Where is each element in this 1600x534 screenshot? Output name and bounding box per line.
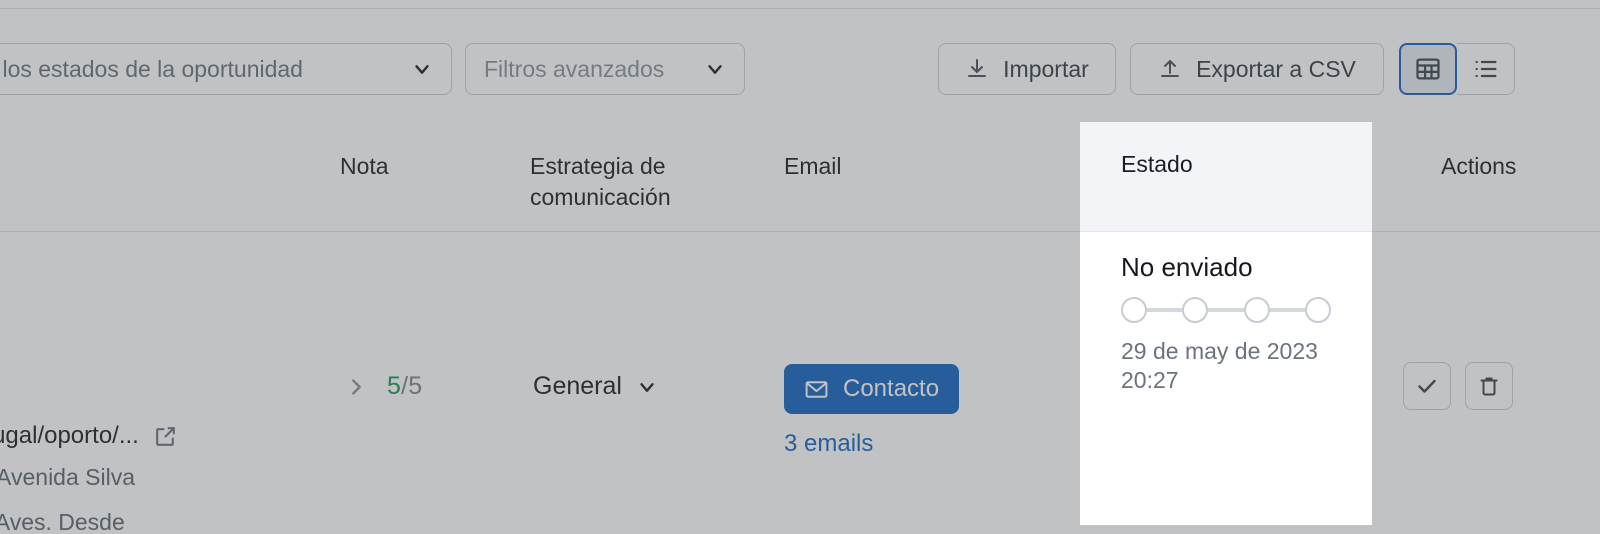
trash-icon — [1477, 374, 1501, 398]
view-mode-toggle — [1399, 43, 1515, 95]
description-line-1: iniones). Avenida Silva — [0, 464, 135, 490]
spotlight-column-cell: No enviado 29 de may de 2023 20:27 — [1080, 233, 1372, 525]
contacto-button[interactable]: Contacto — [784, 364, 960, 414]
description-cell: opa/portugal/oporto/... iniones). Avenid… — [0, 422, 324, 534]
advanced-filters-label: Filtros avanzados — [484, 55, 665, 82]
description-line-2: malicao, Aves. Desde — [0, 508, 125, 534]
chevron-right-icon[interactable] — [345, 376, 367, 398]
spotlight-stepper-dot-1[interactable] — [1121, 297, 1147, 323]
column-header-nota: Nota — [340, 153, 389, 179]
status-filter-label: dos los estados de la oportunidad — [0, 55, 303, 82]
screen: dos los estados de la oportunidad Filtro… — [0, 0, 1600, 534]
table-grid-icon — [1414, 55, 1442, 83]
emails-count-link[interactable]: 3 emails — [784, 430, 959, 458]
advanced-filters-dropdown[interactable]: Filtros avanzados — [465, 43, 745, 95]
column-header-actions: Actions — [1441, 153, 1517, 179]
chevron-down-icon — [411, 58, 433, 80]
export-csv-button[interactable]: Exportar a CSV — [1130, 43, 1384, 95]
import-label: Importar — [1003, 55, 1089, 82]
estrategia-value: General — [533, 372, 622, 400]
spotlight-estado-status: No enviado — [1121, 252, 1253, 282]
delete-button[interactable] — [1465, 362, 1513, 410]
spotlight-stepper-bar-2 — [1208, 308, 1244, 312]
column-header-email: Email — [784, 153, 842, 179]
listing-url-text: opa/portugal/oporto/... — [0, 422, 139, 449]
estrategia-dropdown[interactable]: General — [533, 372, 658, 401]
status-filter-dropdown[interactable]: dos los estados de la oportunidad — [0, 43, 452, 95]
list-view-button[interactable] — [1457, 43, 1515, 95]
spotlight-header-estado: Estado — [1121, 151, 1193, 177]
download-icon — [965, 57, 989, 81]
table-view-button[interactable] — [1399, 43, 1457, 95]
spotlight-estado-date-block: 29 de may de 2023 20:27 — [1121, 337, 1331, 395]
spotlight-stepper-dot-3[interactable] — [1243, 297, 1270, 323]
spotlight-column-header: Estado — [1080, 122, 1372, 232]
nota-score-total: 5 — [408, 372, 423, 400]
listing-url[interactable]: opa/portugal/oporto/... — [0, 422, 324, 450]
upload-icon — [1158, 57, 1182, 81]
actions-cell — [1403, 362, 1513, 410]
spotlight-estado-stepper — [1121, 297, 1331, 323]
nota-score-value: 5 — [387, 372, 402, 400]
check-icon — [1415, 374, 1439, 398]
import-button[interactable]: Importar — [938, 43, 1116, 95]
email-cell: Contacto 3 emails — [784, 364, 960, 458]
spotlight-stepper-dot-4[interactable] — [1304, 297, 1331, 323]
nota-score: 5/5 — [387, 372, 422, 401]
chevron-down-icon — [704, 58, 726, 80]
spotlight-stepper-bar-1 — [1147, 308, 1183, 312]
nota-cell: 5/5 — [345, 372, 422, 401]
contacto-label: Contacto — [843, 375, 940, 402]
chevron-down-icon — [636, 376, 658, 398]
table-toolbar: dos los estados de la oportunidad Filtro… — [0, 9, 1600, 121]
spotlight-estado-time: 20:27 — [1121, 366, 1179, 393]
spotlight-estado-date: 29 de may de 2023 — [1121, 338, 1318, 364]
list-icon — [1472, 55, 1500, 83]
estado-column-spotlight: Estado No enviado 29 de may de 2023 20:2… — [1080, 122, 1372, 525]
spotlight-stepper-dot-2[interactable] — [1182, 297, 1209, 323]
approve-button[interactable] — [1403, 362, 1451, 410]
column-header-estrategia: Estrategia de comunicación — [530, 153, 671, 211]
external-link-icon[interactable] — [153, 424, 178, 449]
export-label: Exportar a CSV — [1196, 55, 1356, 82]
envelope-icon — [804, 377, 829, 402]
spotlight-stepper-bar-3 — [1269, 308, 1305, 312]
